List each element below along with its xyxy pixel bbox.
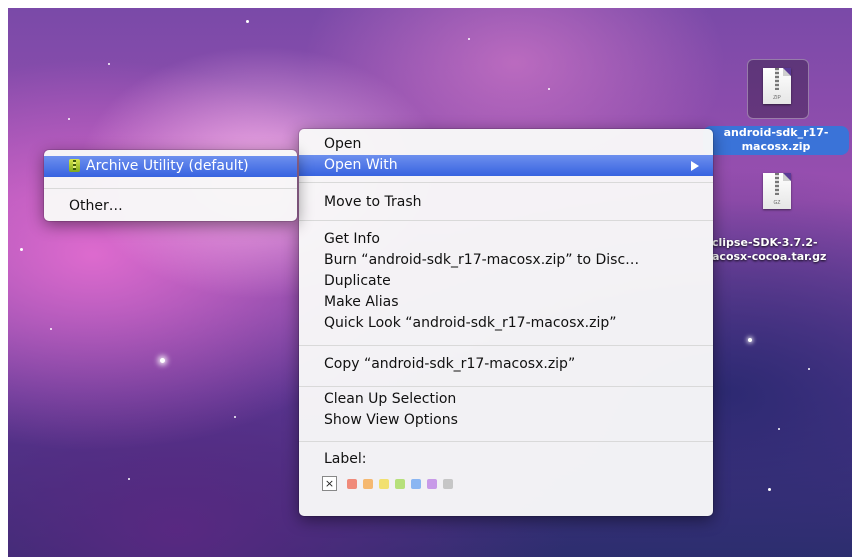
submenu-item-other[interactable]: Other… — [44, 196, 297, 217]
context-menu: Open Open With Move to Trash Get Info Bu… — [299, 129, 713, 516]
star — [748, 338, 752, 342]
label-color-picker: × — [322, 476, 459, 491]
file-name-label[interactable]: clipse-SDK-3.7.2- acosx-cocoa.tar.gz — [712, 236, 852, 264]
label-green-swatch[interactable] — [395, 478, 405, 489]
open-with-submenu: Archive Utility (default) Other… — [44, 150, 297, 221]
menu-item-burn-to-disc[interactable]: Burn “android-sdk_r17-macosx.zip” to Dis… — [299, 250, 713, 271]
label-blue-swatch[interactable] — [411, 478, 421, 489]
star — [234, 416, 236, 418]
menu-item-get-info[interactable]: Get Info — [299, 229, 713, 250]
menu-item-open[interactable]: Open — [299, 134, 713, 155]
menu-separator — [299, 386, 713, 387]
star — [548, 88, 550, 90]
submenu-item-archive-utility[interactable]: Archive Utility (default) — [44, 156, 297, 177]
file-extension-label: ZIP — [773, 95, 781, 101]
menu-separator — [299, 220, 713, 221]
label-orange-swatch[interactable] — [363, 478, 373, 489]
zipper — [775, 68, 779, 90]
star — [128, 478, 130, 480]
file-name-line-2: macosx.zip — [741, 140, 811, 153]
file-name-line-1: clipse-SDK-3.7.2- — [712, 236, 818, 249]
file-name-line-2: acosx-cocoa.tar.gz — [712, 250, 827, 263]
menu-item-clean-up-selection[interactable]: Clean Up Selection — [299, 389, 713, 410]
star — [778, 428, 780, 430]
label-gray-swatch[interactable] — [443, 478, 453, 489]
menu-item-duplicate[interactable]: Duplicate — [299, 271, 713, 292]
label-purple-swatch[interactable] — [427, 478, 437, 489]
submenu-item-archive-utility-label: Archive Utility (default) — [86, 158, 249, 174]
archive-utility-icon — [69, 159, 80, 172]
star — [160, 358, 165, 363]
menu-item-move-to-trash[interactable]: Move to Trash — [299, 192, 713, 213]
menu-item-open-with[interactable]: Open With — [299, 155, 713, 176]
star — [768, 488, 771, 491]
menu-item-quick-look[interactable]: Quick Look “android-sdk_r17-macosx.zip” — [299, 313, 713, 334]
menu-separator — [299, 345, 713, 346]
label-none-button[interactable]: × — [322, 476, 337, 491]
menu-separator — [299, 441, 713, 442]
file-name-line-1: android-sdk_r17- — [723, 126, 829, 139]
menu-item-show-view-options[interactable]: Show View Options — [299, 410, 713, 431]
label-red-swatch[interactable] — [347, 478, 357, 489]
submenu-arrow-icon — [691, 161, 699, 171]
menu-item-make-alias[interactable]: Make Alias — [299, 292, 713, 313]
gz-archive-icon[interactable]: GZ — [763, 173, 791, 209]
zipper — [775, 173, 779, 195]
label-yellow-swatch[interactable] — [379, 478, 389, 489]
star — [20, 248, 23, 251]
star — [246, 20, 249, 23]
menu-separator — [44, 188, 297, 189]
menu-label-heading: Label: — [324, 451, 367, 467]
menu-separator — [299, 182, 713, 183]
menu-item-copy[interactable]: Copy “android-sdk_r17-macosx.zip” — [299, 354, 713, 375]
zip-archive-icon[interactable]: ZIP — [763, 68, 791, 104]
page-fold — [783, 68, 791, 76]
file-name-label[interactable]: android-sdk_r17- macosx.zip — [703, 126, 849, 155]
menu-item-open-with-label: Open With — [324, 157, 398, 173]
page-fold — [783, 173, 791, 181]
star — [68, 118, 70, 120]
file-extension-label: GZ — [773, 200, 781, 206]
star — [468, 38, 470, 40]
star — [50, 328, 52, 330]
star — [808, 368, 810, 370]
star — [108, 63, 110, 65]
